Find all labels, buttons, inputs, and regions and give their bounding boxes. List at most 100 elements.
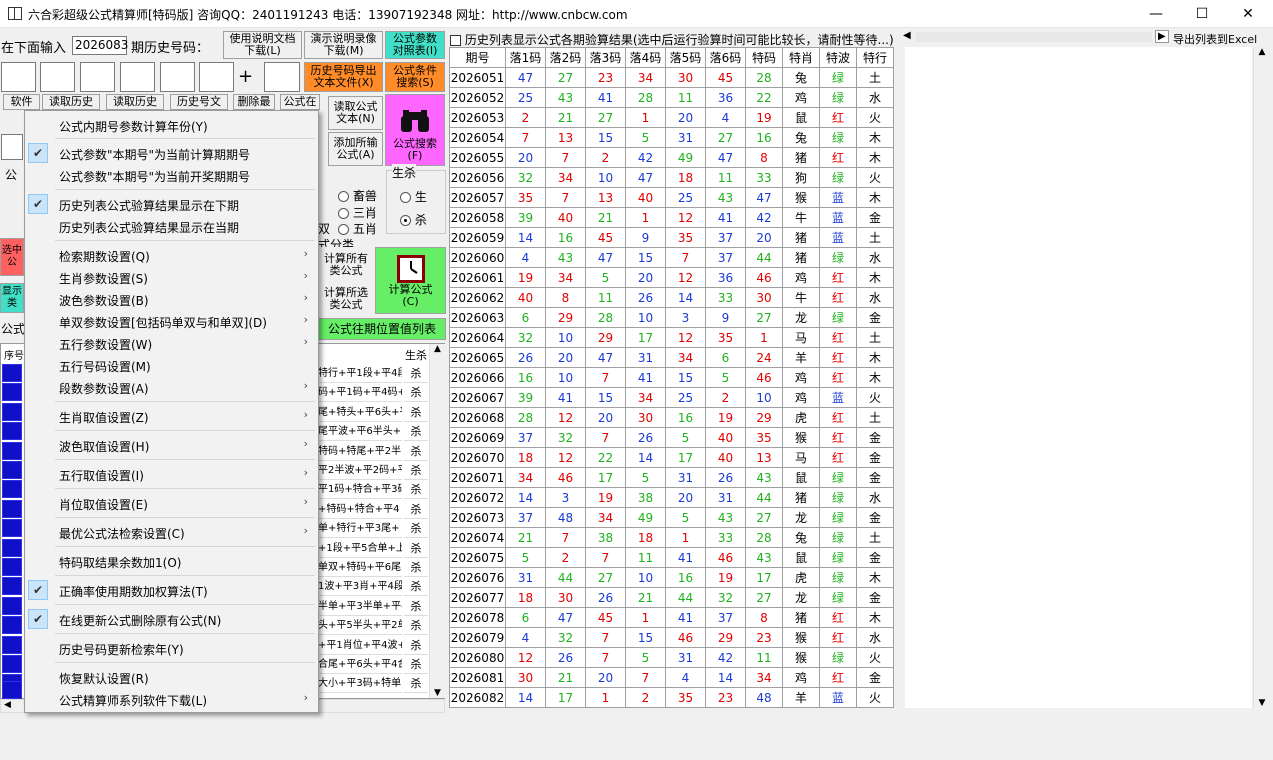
radio-sheng[interactable]: 生 (400, 188, 427, 205)
formula-compare-button[interactable]: 公式参数 对照表(I) (385, 31, 445, 59)
formula-row-text[interactable]: 单双+特码+平6尾 (318, 558, 402, 577)
calc-formula-button[interactable]: 计算公式 (C) (375, 247, 446, 314)
opt-sanxiao[interactable]: 三肖 (338, 204, 377, 221)
add-formula-button[interactable]: 添加所输 公式(A) (328, 132, 383, 166)
number-input-1[interactable] (1, 62, 36, 92)
formula-row-index[interactable] (2, 681, 22, 699)
formula-position-list-button[interactable]: 公式往期位置值列表 (318, 318, 446, 340)
menu-item[interactable]: 五行号码设置(M) (25, 354, 318, 376)
formula-row-index[interactable] (2, 655, 22, 673)
menu-item[interactable]: ✔ 正确率使用期数加权算法(T) (25, 579, 318, 601)
table-row[interactable]: 2026066 16 10 7 41 15 5 46 鸡红木 (449, 367, 894, 388)
table-row[interactable]: 2026077 18 30 26 21 44 32 27 龙绿金 (449, 587, 894, 608)
formula-row-text[interactable]: 平2半波+平2码+平 (318, 461, 402, 480)
export-history-text-button[interactable]: 历史号码导出 文本文件(X) (304, 62, 383, 92)
table-vscroll[interactable]: ▲ ▼ (1253, 47, 1270, 708)
table-row[interactable]: 2026051 47 27 23 34 30 45 28 兔绿土 (449, 67, 894, 88)
menu-item[interactable]: ✔ 历史列表公式验算结果显示在下期 (25, 193, 318, 215)
menu-item[interactable]: 特码取结果余数加1(O) (25, 550, 318, 572)
number-input-4[interactable] (120, 62, 155, 92)
table-row[interactable]: 2026061 19 34 5 20 12 36 46 鸡红木 (449, 267, 894, 288)
tab-read-history[interactable]: 读取历史 (42, 94, 100, 110)
read-formula-text-button[interactable]: 读取公式 文本(N) (328, 96, 383, 130)
table-row[interactable]: 2026055 20 7 2 42 49 47 8 猪红木 (449, 147, 894, 168)
opt-chuzhu[interactable]: 畜兽 (338, 187, 377, 204)
menu-item[interactable]: 公式内期号参数计算年份(Y) (25, 114, 318, 136)
formula-row-text[interactable]: +特码+特合+平4 (318, 500, 402, 519)
table-row[interactable]: 2026063 6 29 28 10 3 9 27 龙绿金 (449, 307, 894, 328)
number-input-5[interactable] (160, 62, 195, 92)
table-row[interactable]: 2026054 7 13 15 5 31 27 16 兔绿木 (449, 127, 894, 148)
table-row[interactable]: 2026064 32 10 29 17 12 35 1 马红土 (449, 327, 894, 348)
table-row[interactable]: 2026075 5 2 7 11 41 46 43 鼠绿金 (449, 547, 894, 568)
table-row[interactable]: 2026067 39 41 15 34 25 2 10 鸡蓝火 (449, 387, 894, 408)
menu-item[interactable]: 生肖取值设置(Z) › (25, 405, 318, 427)
table-row[interactable]: 2026078 6 47 45 1 41 37 8 猪红木 (449, 607, 894, 628)
table-row[interactable]: 2026053 2 21 27 1 20 4 19 鼠红火 (449, 107, 894, 128)
formula-row-text[interactable]: 平1码+特合+平3码 (318, 480, 402, 500)
scroll-left-icon[interactable]: ◀ (903, 30, 911, 41)
menu-item[interactable]: 历史号码更新检索年(Y) (25, 637, 318, 659)
formula-row-index[interactable] (2, 596, 22, 615)
export-excel-button[interactable]: 导出列表到Excel (1173, 31, 1257, 47)
manual-download-button[interactable]: 使用说明文档 下载(L) (223, 31, 302, 59)
menu-item[interactable]: 历史列表公式验算结果显示在当期 (25, 215, 318, 237)
table-row[interactable]: 2026076 31 44 27 10 16 19 17 虎绿木 (449, 567, 894, 588)
formula-row-index[interactable] (2, 422, 22, 441)
formula-row-index[interactable] (2, 577, 22, 596)
show-partial-button[interactable]: 显示 类 (0, 283, 24, 313)
tab-history-text[interactable]: 历史号文 (170, 94, 228, 110)
number-input-2[interactable] (40, 62, 75, 92)
formula-row-index[interactable] (2, 499, 22, 518)
table-row[interactable]: 2026058 39 40 21 1 12 41 42 牛蓝金 (449, 207, 894, 228)
menu-item[interactable]: 公式精算师系列软件下载(L) › (25, 688, 318, 710)
table-row[interactable]: 2026057 35 7 13 40 25 43 47 猴蓝木 (449, 187, 894, 208)
table-row[interactable]: 2026069 37 32 7 26 5 40 35 猴红金 (449, 427, 894, 448)
formula-row-index[interactable] (2, 519, 22, 538)
menu-item[interactable]: ✔ 在线更新公式删除原有公式(N) (25, 608, 318, 630)
formula-row-text[interactable]: 单+特行+平3尾+ (318, 519, 402, 539)
formula-row-index[interactable] (2, 383, 22, 402)
menu-item[interactable]: ✔ 公式参数"本期号"为当前计算期期号 (25, 142, 318, 164)
opt-wuxiao[interactable]: 五肖 (338, 220, 377, 237)
formula-row-index[interactable] (2, 461, 22, 479)
formula-row-index[interactable] (2, 402, 22, 421)
menu-item[interactable]: 公式参数"本期号"为当前开奖期期号 (25, 164, 318, 186)
formula-row-text[interactable]: 合尾+平6头+平4合 (318, 655, 402, 674)
formula-row-index[interactable] (2, 441, 22, 460)
video-download-button[interactable]: 演示说明录像 下载(M) (304, 31, 383, 59)
menu-item[interactable]: 五行取值设置(I) › (25, 463, 318, 485)
number-input-3[interactable] (80, 62, 115, 92)
formula-row-index[interactable] (2, 480, 22, 499)
menu-item[interactable]: 段数参数设置(A) › (25, 376, 318, 398)
table-row[interactable]: 2026070 18 12 22 14 17 40 13 马红金 (449, 447, 894, 468)
table-row[interactable]: 2026052 25 43 41 28 11 36 22 鸡绿水 (449, 87, 894, 108)
table-row[interactable]: 2026068 28 12 20 30 16 19 29 虎红土 (449, 407, 894, 428)
tab-delete[interactable]: 删除最 (233, 94, 275, 110)
table-row[interactable]: 2026059 14 16 45 9 35 37 20 猪蓝土 (449, 227, 894, 248)
menu-item[interactable]: 恢复默认设置(R) (25, 666, 318, 688)
formula-row-index[interactable] (2, 558, 22, 576)
table-row[interactable]: 2026082 14 17 1 2 35 23 48 羊蓝火 (449, 687, 894, 708)
tab-formula[interactable]: 公式在 (280, 94, 320, 110)
formula-list-scrollbar[interactable]: ▲ ▼ (429, 344, 445, 698)
formula-row-text[interactable]: +平1肖位+平4波+ (318, 636, 402, 655)
formula-row-text[interactable]: 码+平1码+平4码+ (318, 383, 402, 403)
minimize-button[interactable]: — (1133, 0, 1179, 28)
formula-row-text[interactable]: 尾+特头+平6头+平 (318, 403, 402, 422)
issue-input[interactable]: 2026083 (72, 36, 128, 55)
formula-row-text[interactable]: +1段+平5合单+上 (318, 539, 402, 558)
table-row[interactable]: 2026056 32 34 10 47 18 11 33 狗绿火 (449, 167, 894, 188)
menu-item[interactable]: 肖位取值设置(E) › (25, 492, 318, 514)
menu-item[interactable]: 生肖参数设置(S) › (25, 266, 318, 288)
table-row[interactable]: 2026073 37 48 34 49 5 43 27 龙绿金 (449, 507, 894, 528)
condition-search-button[interactable]: 公式条件 搜索(S) (385, 62, 445, 92)
maximize-button[interactable]: ☐ (1179, 0, 1225, 28)
left-small-input[interactable] (1, 134, 23, 160)
radio-sha[interactable]: 杀 (400, 211, 427, 228)
select-partial-button[interactable]: 选中 公 (0, 238, 24, 276)
scroll-right-icon[interactable]: ▶ (1155, 30, 1169, 43)
formula-row-index[interactable] (2, 616, 22, 635)
calc-all-class-button[interactable]: 计算所有 类公式 (318, 247, 374, 283)
table-row[interactable]: 2026072 14 3 19 38 20 31 44 猪绿水 (449, 487, 894, 508)
